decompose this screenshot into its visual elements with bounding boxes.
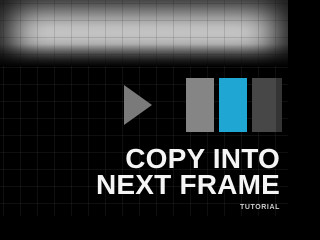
play-icon [124, 85, 152, 125]
page-title: COPY INTO NEXT FRAME [96, 145, 280, 200]
frame-thumbnail-1 [186, 78, 214, 132]
grid-fade-overlay [0, 44, 288, 66]
frame-thumbnail-2 [219, 78, 247, 132]
title-line-2: NEXT FRAME [96, 169, 280, 200]
frame-thumbnail-3 [252, 78, 282, 132]
tutorial-tag: TUTORIAL [239, 204, 280, 211]
